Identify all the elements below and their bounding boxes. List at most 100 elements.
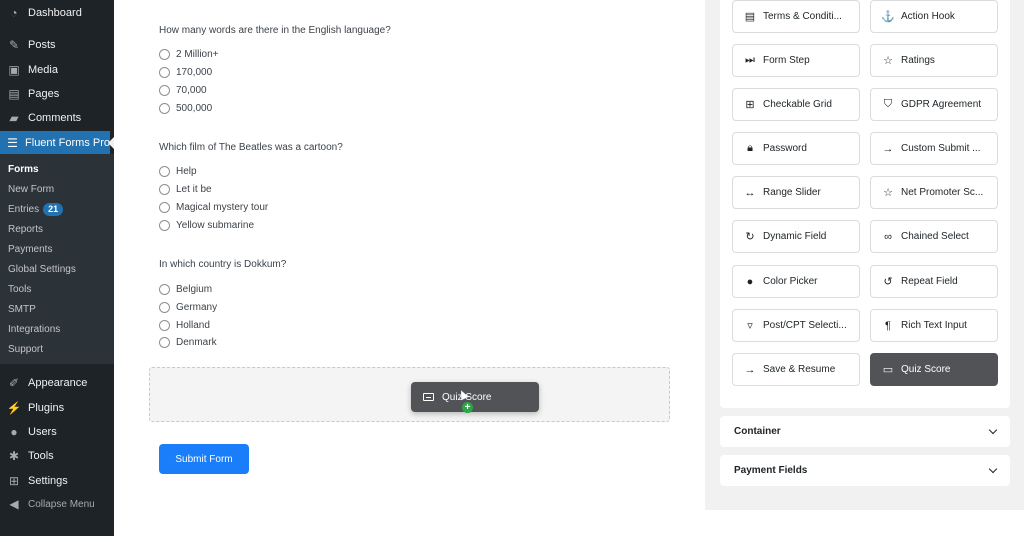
- user-icon: ●: [10, 425, 18, 439]
- field-dynamic-field[interactable]: ↻ Dynamic Field: [732, 220, 860, 253]
- menu-plugins[interactable]: ⚡ Plugins: [0, 397, 114, 419]
- question-2-option[interactable]: Help: [159, 166, 197, 177]
- field-ratings[interactable]: ☆ Ratings: [870, 44, 998, 77]
- question-3-option[interactable]: Holland: [159, 320, 210, 331]
- chevron-down-icon: [988, 464, 998, 474]
- field-gdpr-agreement[interactable]: ⛉ GDPR Agreement: [870, 88, 998, 121]
- terms-icon: ▤: [744, 11, 756, 23]
- brush-icon: ✐: [8, 376, 20, 390]
- radio-button[interactable]: [159, 302, 170, 313]
- hook-icon: ⚓: [881, 11, 895, 23]
- question-2: Which film of The Beatles was a cartoon?: [159, 142, 343, 153]
- field-action-hook[interactable]: ⚓ Action Hook: [870, 0, 998, 33]
- field-quiz-score[interactable]: ▭ Quiz Score: [870, 353, 998, 386]
- question-2-option[interactable]: Yellow submarine: [159, 220, 254, 231]
- question-2-option[interactable]: Magical mystery tour: [159, 202, 268, 213]
- radio-button[interactable]: [159, 103, 170, 114]
- grid-icon: ⊞: [745, 99, 755, 111]
- radio-button[interactable]: [159, 284, 170, 295]
- score-icon: [423, 393, 434, 401]
- question-1-option[interactable]: 500,000: [159, 103, 212, 114]
- chevron-down-icon: [988, 425, 998, 435]
- menu-fluent-forms-pro[interactable]: ☰ Fluent Forms Pro: [0, 131, 110, 155]
- refresh-icon: ↻: [745, 231, 755, 243]
- question-2-option[interactable]: Let it be: [159, 184, 212, 195]
- active-menu-arrow: [108, 137, 114, 149]
- radio-button[interactable]: [159, 166, 170, 177]
- field-chained-select[interactable]: ∞ Chained Select: [870, 220, 998, 253]
- pin-icon: ✎: [8, 38, 20, 52]
- submenu-forms[interactable]: Forms: [8, 164, 39, 175]
- field-password[interactable]: 🔒︎ Password: [732, 132, 860, 165]
- question-1-option[interactable]: 170,000: [159, 67, 212, 78]
- field-drop-zone[interactable]: [149, 367, 670, 422]
- question-3-option[interactable]: Denmark: [159, 337, 217, 348]
- field-terms-conditions[interactable]: ▤ Terms & Conditi...: [732, 0, 860, 33]
- submenu-global-settings[interactable]: Global Settings: [8, 264, 76, 275]
- field-color-picker[interactable]: ● Color Picker: [732, 265, 860, 298]
- menu-media[interactable]: ▣ Media: [0, 59, 114, 81]
- media-icon: ▣: [8, 63, 20, 77]
- collapse-icon: ◀: [9, 497, 19, 511]
- field-save-resume[interactable]: → Save & Resume: [732, 353, 860, 386]
- menu-posts[interactable]: ✎ Posts: [0, 34, 114, 56]
- submenu-payments[interactable]: Payments: [8, 244, 52, 255]
- menu-users[interactable]: ● Users: [0, 421, 114, 443]
- submenu-support[interactable]: Support: [8, 344, 43, 355]
- arrow-right-icon: →: [744, 363, 756, 376]
- question-1: How many words are there in the English …: [159, 25, 391, 36]
- field-post-cpt-selection[interactable]: ▿ Post/CPT Selecti...: [732, 309, 860, 342]
- question-1-option[interactable]: 2 Million+: [159, 49, 219, 60]
- submenu-reports[interactable]: Reports: [8, 224, 43, 235]
- arrow-right-icon: →: [882, 142, 894, 155]
- field-rich-text-input[interactable]: ¶ Rich Text Input: [870, 309, 998, 342]
- menu-settings[interactable]: ⊞ Settings: [0, 470, 114, 492]
- payment-fields-accordion[interactable]: Payment Fields: [720, 455, 1010, 486]
- link-icon: ∞: [884, 230, 892, 243]
- radio-button[interactable]: [159, 184, 170, 195]
- question-3: In which country is Dokkum?: [159, 259, 287, 270]
- lock-icon: 🔒︎: [747, 142, 753, 154]
- menu-dashboard[interactable]: ◔ Dashboard: [0, 2, 114, 24]
- submenu-integrations[interactable]: Integrations: [8, 324, 60, 335]
- drop-icon: ●: [746, 275, 754, 288]
- post-icon: ▿: [747, 320, 753, 332]
- container-accordion[interactable]: Container: [720, 416, 1010, 447]
- submit-form-button[interactable]: Submit Form: [159, 444, 249, 474]
- field-checkable-grid[interactable]: ⊞ Checkable Grid: [732, 88, 860, 121]
- field-range-slider[interactable]: ↔ Range Slider: [732, 176, 860, 209]
- field-repeat-field[interactable]: ↺ Repeat Field: [870, 265, 998, 298]
- field-form-step[interactable]: ⏭ Form Step: [732, 44, 860, 77]
- radio-button[interactable]: [159, 337, 170, 348]
- menu-collapse[interactable]: ◀ Collapse Menu: [0, 493, 114, 515]
- question-3-option[interactable]: Belgium: [159, 284, 212, 295]
- range-icon: ↔: [744, 186, 756, 199]
- radio-button[interactable]: [159, 320, 170, 331]
- radio-button[interactable]: [159, 49, 170, 60]
- menu-appearance[interactable]: ✐ Appearance: [0, 372, 114, 394]
- question-1-option[interactable]: 70,000: [159, 85, 207, 96]
- field-net-promoter-score[interactable]: ☆ Net Promoter Sc...: [870, 176, 998, 209]
- comment-icon: ▰: [9, 111, 19, 125]
- submenu-new-form[interactable]: New Form: [8, 184, 54, 195]
- radio-button[interactable]: [159, 85, 170, 96]
- submenu-tools[interactable]: Tools: [8, 284, 31, 295]
- question-3-option[interactable]: Germany: [159, 302, 217, 313]
- repeat-icon: ↺: [883, 276, 893, 288]
- submenu-entries[interactable]: Entries 21: [8, 203, 64, 216]
- field-custom-submit[interactable]: → Custom Submit ...: [870, 132, 998, 165]
- menu-comments[interactable]: ▰ Comments: [0, 107, 114, 129]
- wrench-icon: ✱: [8, 449, 20, 463]
- plugin-icon: ⚡: [6, 401, 22, 415]
- menu-pages[interactable]: ▤ Pages: [0, 83, 114, 105]
- menu-tools[interactable]: ✱ Tools: [0, 445, 114, 467]
- submenu-smtp[interactable]: SMTP: [8, 304, 36, 315]
- dragging-quiz-score-chip[interactable]: Quiz Score: [411, 382, 539, 412]
- radio-button[interactable]: [159, 67, 170, 78]
- score-icon: ▭: [882, 364, 894, 376]
- radio-button[interactable]: [159, 220, 170, 231]
- radio-button[interactable]: [159, 202, 170, 213]
- rich-text-icon: ¶: [885, 319, 891, 332]
- dashboard-icon: ◔: [10, 6, 18, 20]
- add-plus-icon: +: [462, 402, 473, 413]
